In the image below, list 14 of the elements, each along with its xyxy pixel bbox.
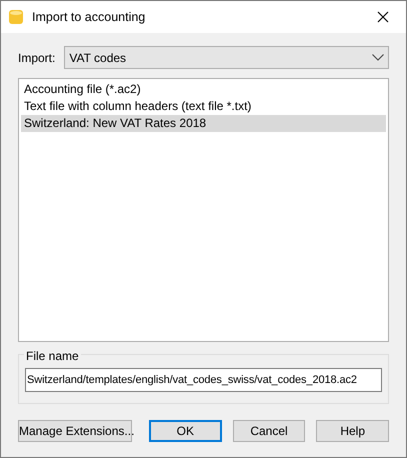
list-item[interactable]: Switzerland: New VAT Rates 2018 bbox=[21, 115, 386, 132]
close-icon bbox=[377, 11, 389, 23]
window-title: Import to accounting bbox=[32, 8, 146, 26]
list-item[interactable]: Accounting file (*.ac2) bbox=[21, 81, 386, 98]
import-label: Import: bbox=[18, 50, 56, 66]
dialog-button[interactable]: Manage Extensions... bbox=[18, 420, 132, 442]
dialog-button[interactable]: Cancel bbox=[232, 420, 306, 442]
list-item[interactable]: Text file with column headers (text file *.txt) bbox=[21, 98, 386, 115]
app-icon bbox=[9, 9, 23, 25]
caret-icon bbox=[372, 54, 384, 61]
import-dropdown[interactable]: VAT codes bbox=[64, 46, 389, 69]
file-name-field[interactable]: Switzerland/templates/english/vat_codes_swiss/vat_codes_2018.ac2 bbox=[25, 368, 382, 392]
dialog-button[interactable]: OK bbox=[149, 420, 222, 442]
dialog-button[interactable]: Help bbox=[316, 420, 389, 442]
